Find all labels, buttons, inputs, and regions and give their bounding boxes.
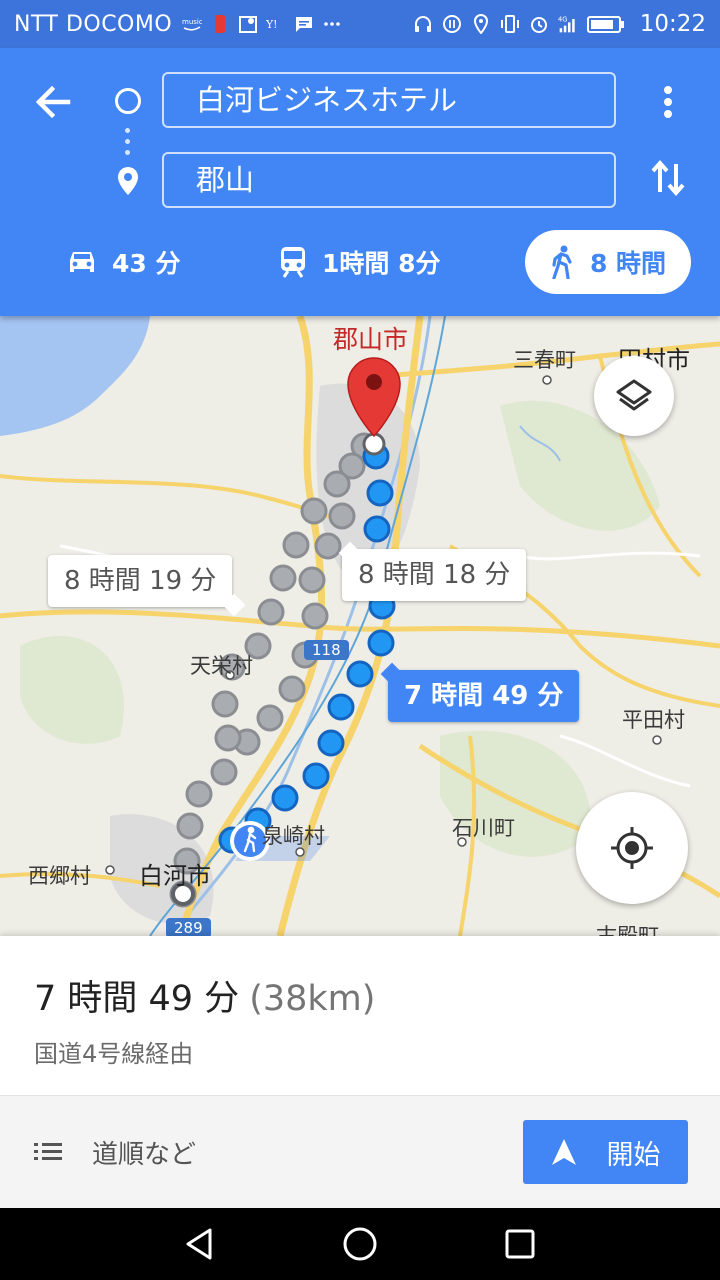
road-shield-289: 289	[166, 918, 211, 936]
my-location-icon	[611, 827, 653, 869]
nav-recents-icon[interactable]	[498, 1222, 542, 1266]
directions-header: 白河ビジネスホテル 郡山 43 分 1時間 8分 8 時間	[0, 48, 720, 316]
steps-button[interactable]: 道順など	[34, 1124, 196, 1180]
destination-field[interactable]: 郡山	[162, 152, 616, 208]
signal-icon: 4G	[558, 16, 575, 33]
primary-route-callout[interactable]: 7 時間 49 分	[380, 662, 580, 722]
label-tenei: 天栄村	[190, 654, 253, 678]
alt-route-callout-2[interactable]: 8 時間 18 分	[338, 541, 527, 601]
screen: NTT DOCOMO music Y! 4G 10:22 白河ビジネスホテル 郡…	[0, 0, 720, 1280]
clock: 10:22	[639, 11, 706, 37]
map-view[interactable]: 郡山市 三春町 田村市 天栄村 平田村 泉崎村 石川町 西郷村 白河市 古殿町 …	[0, 316, 720, 936]
svg-text:Y!: Y!	[266, 18, 278, 31]
route-summary[interactable]: 7 時間 49 分 (38km) 国道4号線経由	[0, 936, 720, 1096]
list-icon	[34, 1143, 62, 1160]
label-izumizaki: 泉崎村	[262, 824, 325, 848]
origin-field[interactable]: 白河ビジネスホテル	[162, 72, 616, 128]
car-duration: 43 分	[112, 249, 181, 278]
tab-walk[interactable]: 8 時間	[525, 230, 691, 294]
transit-duration: 1時間 8分	[322, 249, 441, 278]
navigation-arrow-icon	[551, 1139, 576, 1165]
yahoo-icon: Y!	[266, 18, 278, 31]
carrier-name: NTT DOCOMO	[14, 11, 173, 37]
alt-route-1-duration: 8 時間 19 分	[64, 566, 217, 596]
summary-duration-line: 7 時間 49 分 (38km)	[34, 970, 375, 1021]
phone-icon	[215, 15, 226, 33]
travel-mode-tabs: 43 分 1時間 8分 8 時間	[0, 228, 720, 296]
alarm-icon	[530, 17, 547, 33]
summary-duration: 7 時間 49 分	[34, 979, 240, 1019]
summary-via: 国道4号線経由	[34, 1040, 194, 1068]
svg-text:music: music	[182, 18, 202, 26]
walking-icon	[552, 245, 572, 279]
label-nishigo: 西郷村	[28, 864, 91, 888]
battery-icon	[586, 16, 624, 33]
start-navigation-button[interactable]: 開始	[523, 1120, 688, 1184]
more-options-icon[interactable]	[652, 78, 684, 126]
back-arrow-icon[interactable]	[28, 78, 76, 126]
status-bar: NTT DOCOMO music Y! 4G 10:22	[0, 0, 720, 48]
notification-icons: music Y!	[182, 14, 342, 34]
label-hirata: 平田村	[622, 708, 685, 732]
label-miharu: 三春町	[513, 348, 576, 372]
more-dots-icon	[324, 22, 340, 26]
amazon-music-icon: music	[182, 18, 202, 31]
action-bar: 道順など 開始	[0, 1096, 720, 1208]
system-icons: 4G 10:22	[413, 11, 706, 37]
nav-home-icon[interactable]	[338, 1222, 382, 1266]
destination-pin-icon	[118, 167, 138, 195]
network-type: 4G	[558, 16, 567, 24]
data-saver-icon	[442, 15, 461, 33]
origin-circle-icon	[115, 88, 141, 114]
maps-icon	[239, 16, 258, 33]
headphones-icon	[414, 16, 431, 32]
nav-back-icon[interactable]	[178, 1222, 222, 1266]
label-ishikawa: 石川町	[452, 816, 515, 840]
road-shield-118: 118	[304, 640, 349, 660]
train-icon	[281, 247, 305, 278]
steps-label: 道順など	[92, 1139, 197, 1170]
route-connector-dots	[125, 128, 131, 158]
layers-icon	[616, 379, 652, 411]
label-koriyama: 郡山市	[333, 325, 409, 354]
tab-car[interactable]: 43 分	[66, 230, 181, 294]
alt-route-2-duration: 8 時間 18 分	[358, 560, 511, 590]
car-icon	[70, 252, 94, 272]
forest-patch	[20, 636, 124, 744]
layers-button[interactable]	[594, 356, 674, 436]
primary-route-duration: 7 時間 49 分	[404, 681, 564, 711]
label-shirakawa: 白河市	[139, 862, 211, 890]
walk-duration: 8 時間	[589, 249, 667, 278]
location-icon	[473, 14, 488, 34]
summary-distance: (38km)	[249, 979, 376, 1019]
label-furudono: 古殿町	[596, 924, 659, 936]
system-nav-bar	[0, 1208, 720, 1280]
tab-transit[interactable]: 1時間 8分	[278, 230, 441, 294]
alt-route-callout-1[interactable]: 8 時間 19 分	[48, 555, 246, 617]
start-label: 開始	[606, 1139, 661, 1171]
swap-direction-icon[interactable]	[646, 154, 690, 202]
my-location-button[interactable]	[576, 792, 688, 904]
vibrate-icon	[500, 15, 519, 33]
lake-shape	[0, 316, 150, 436]
message-icon	[296, 17, 313, 32]
